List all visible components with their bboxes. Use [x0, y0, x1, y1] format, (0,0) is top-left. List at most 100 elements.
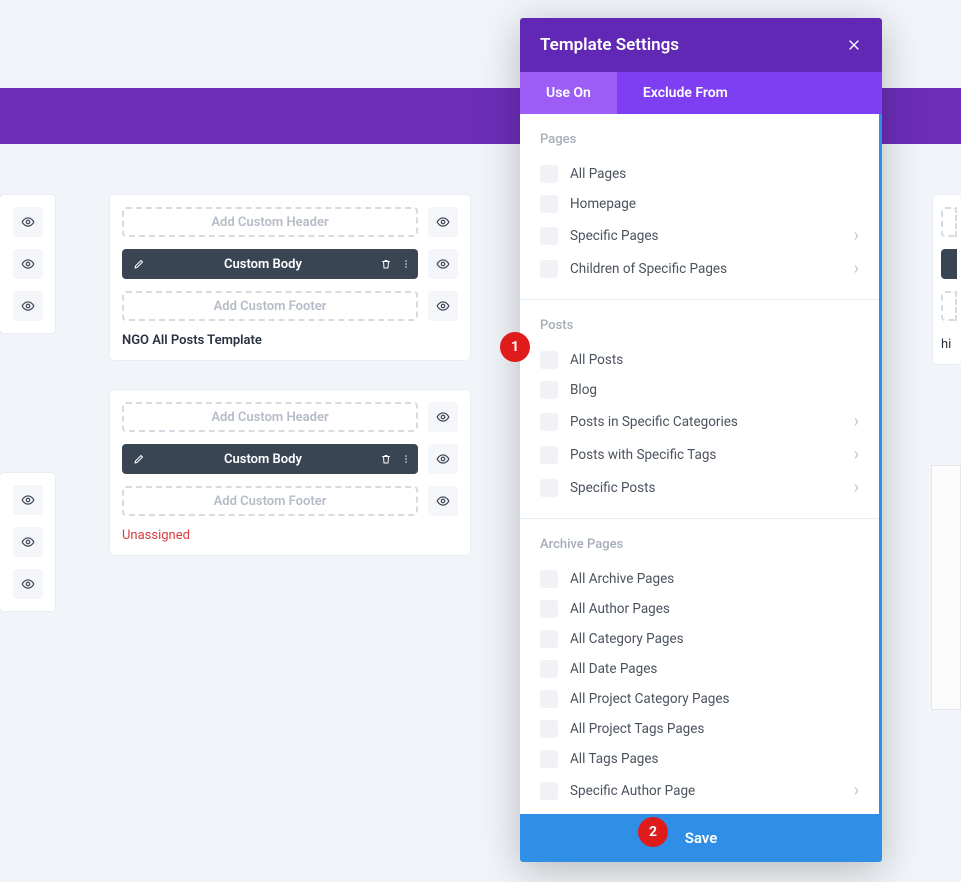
- option-row[interactable]: All Category Pages: [540, 624, 859, 654]
- eye-button[interactable]: [428, 444, 458, 474]
- template-title: Unassigned: [122, 528, 458, 543]
- more-icon[interactable]: [400, 258, 412, 270]
- pencil-icon: [133, 453, 145, 465]
- checkbox[interactable]: [540, 195, 558, 213]
- option-row[interactable]: All Archive Pages: [540, 564, 859, 594]
- eye-icon: [21, 535, 35, 549]
- pencil-icon: [133, 258, 145, 270]
- option-row[interactable]: Posts with Specific Tags›: [540, 438, 859, 471]
- option-row[interactable]: Blog: [540, 375, 859, 405]
- option-row[interactable]: Specific Author Page By Role›: [540, 807, 859, 814]
- option-label: Posts with Specific Tags: [570, 447, 854, 463]
- option-label: All Pages: [570, 166, 859, 182]
- option-row[interactable]: All Pages: [540, 159, 859, 189]
- eye-icon: [436, 494, 450, 508]
- chevron-right-icon: ›: [854, 411, 859, 432]
- checkbox[interactable]: [540, 260, 558, 278]
- eye-icon: [436, 452, 450, 466]
- eye-button[interactable]: [13, 485, 43, 515]
- option-label: All Project Category Pages: [570, 691, 859, 707]
- checkbox[interactable]: [540, 660, 558, 678]
- eye-icon: [21, 577, 35, 591]
- eye-icon: [21, 299, 35, 313]
- checkbox[interactable]: [540, 782, 558, 800]
- option-row[interactable]: Specific Author Page›: [540, 774, 859, 807]
- chevron-right-icon: ›: [854, 477, 859, 498]
- option-row[interactable]: All Posts: [540, 345, 859, 375]
- eye-button[interactable]: [428, 207, 458, 237]
- body-label: Custom Body: [146, 452, 380, 467]
- option-row[interactable]: All Project Category Pages: [540, 684, 859, 714]
- slim-dashed: [941, 291, 957, 321]
- eye-button[interactable]: [13, 249, 43, 279]
- template-settings-panel: Template Settings Use On Exclude From Pa…: [520, 18, 882, 862]
- checkbox[interactable]: [540, 630, 558, 648]
- eye-button[interactable]: [428, 291, 458, 321]
- eye-icon: [436, 410, 450, 424]
- template-card: Add Custom Header Custom Body Add Custom…: [110, 195, 470, 360]
- gray-band: [931, 465, 961, 710]
- left-column: [0, 195, 55, 641]
- checkbox[interactable]: [540, 446, 558, 464]
- option-label: All Tags Pages: [570, 751, 859, 767]
- option-row[interactable]: All Date Pages: [540, 654, 859, 684]
- custom-body-button[interactable]: Custom Body: [122, 444, 418, 474]
- chevron-right-icon: ›: [854, 780, 859, 801]
- option-label: All Archive Pages: [570, 571, 859, 587]
- option-group: PagesAll PagesHomepageSpecific Pages›Chi…: [520, 114, 879, 300]
- tab-use-on[interactable]: Use On: [520, 72, 617, 114]
- trash-icon[interactable]: [380, 453, 392, 465]
- option-label: Blog: [570, 382, 859, 398]
- right-column: hi: [933, 195, 961, 394]
- checkbox[interactable]: [540, 227, 558, 245]
- checkbox[interactable]: [540, 570, 558, 588]
- checkbox[interactable]: [540, 690, 558, 708]
- save-button[interactable]: Save: [520, 814, 882, 862]
- eye-button[interactable]: [13, 569, 43, 599]
- checkbox[interactable]: [540, 351, 558, 369]
- more-icon[interactable]: [400, 453, 412, 465]
- add-footer-button[interactable]: Add Custom Footer: [122, 486, 418, 516]
- checkbox[interactable]: [540, 479, 558, 497]
- checkbox[interactable]: [540, 720, 558, 738]
- custom-body-button[interactable]: Custom Body: [122, 249, 418, 279]
- close-button[interactable]: [846, 37, 862, 53]
- option-label: Specific Author Page: [570, 783, 854, 799]
- option-label: Children of Specific Pages: [570, 261, 854, 277]
- add-header-button[interactable]: Add Custom Header: [122, 402, 418, 432]
- option-label: All Posts: [570, 352, 859, 368]
- eye-button[interactable]: [13, 291, 43, 321]
- option-row[interactable]: All Tags Pages: [540, 744, 859, 774]
- option-label: Homepage: [570, 196, 859, 212]
- callout-badge-1: 1: [500, 332, 530, 362]
- option-row[interactable]: All Project Tags Pages: [540, 714, 859, 744]
- option-row[interactable]: Children of Specific Pages›: [540, 252, 859, 285]
- option-row[interactable]: Posts in Specific Categories›: [540, 405, 859, 438]
- eye-button[interactable]: [428, 402, 458, 432]
- add-footer-button[interactable]: Add Custom Footer: [122, 291, 418, 321]
- checkbox[interactable]: [540, 165, 558, 183]
- eye-button[interactable]: [428, 486, 458, 516]
- main-column: Add Custom Header Custom Body Add Custom…: [110, 195, 470, 585]
- checkbox[interactable]: [540, 750, 558, 768]
- callout-badge-2: 2: [638, 817, 668, 847]
- checkbox[interactable]: [540, 600, 558, 618]
- option-group: PostsAll PostsBlogPosts in Specific Cate…: [520, 300, 879, 519]
- eye-button[interactable]: [13, 527, 43, 557]
- panel-header: Template Settings: [520, 18, 882, 72]
- option-row[interactable]: All Author Pages: [540, 594, 859, 624]
- trash-icon[interactable]: [380, 258, 392, 270]
- tab-exclude-from[interactable]: Exclude From: [617, 72, 754, 114]
- right-label: hi: [941, 337, 957, 352]
- eye-button[interactable]: [428, 249, 458, 279]
- option-row[interactable]: Homepage: [540, 189, 859, 219]
- add-header-button[interactable]: Add Custom Header: [122, 207, 418, 237]
- option-label: Posts in Specific Categories: [570, 414, 854, 430]
- eye-button[interactable]: [13, 207, 43, 237]
- option-row[interactable]: Specific Posts›: [540, 471, 859, 504]
- option-row[interactable]: Specific Pages›: [540, 219, 859, 252]
- checkbox[interactable]: [540, 413, 558, 431]
- panel-body[interactable]: PagesAll PagesHomepageSpecific Pages›Chi…: [520, 114, 882, 814]
- checkbox[interactable]: [540, 381, 558, 399]
- right-card: hi: [933, 195, 961, 364]
